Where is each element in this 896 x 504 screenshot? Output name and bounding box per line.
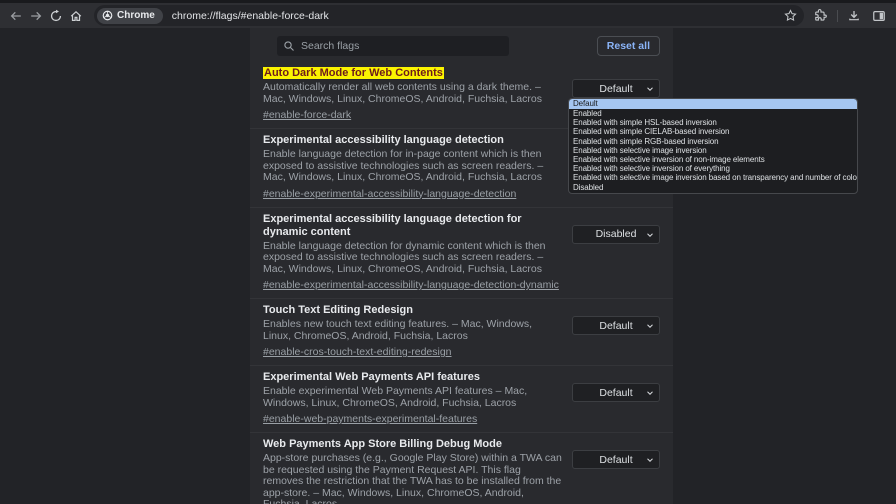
- flag-select-touch-text-editing[interactable]: Default: [572, 316, 660, 335]
- dropdown-option-hsl-inversion[interactable]: Enabled with simple HSL-based inversion: [569, 118, 857, 127]
- flag-permalink[interactable]: #enable-experimental-accessibility-langu…: [263, 280, 559, 291]
- dropdown-option-cielab-inversion[interactable]: Enabled with simple CIELAB-based inversi…: [569, 127, 857, 136]
- dropdown-option-selective-image-inversion[interactable]: Enabled with selective image inversion: [569, 146, 857, 155]
- flag-title: Auto Dark Mode for Web Contents: [263, 67, 562, 80]
- flag-permalink[interactable]: #enable-force-dark: [263, 110, 351, 121]
- chevron-down-icon: [645, 321, 655, 331]
- flag-row-accessibility-language-detection-dynamic: Experimental accessibility language dete…: [250, 208, 673, 300]
- flag-text: Web Payments App Store Billing Debug Mod…: [263, 438, 572, 504]
- chrome-logo-icon: [102, 10, 113, 21]
- flag-select-accessibility-dynamic[interactable]: Disabled: [572, 225, 660, 244]
- bookmark-button[interactable]: [781, 7, 799, 25]
- chevron-down-icon: [645, 455, 655, 465]
- flag-select-value: Default: [599, 387, 632, 399]
- dropdown-option-selective-non-image[interactable]: Enabled with selective inversion of non-…: [569, 155, 857, 164]
- side-panel-icon: [872, 9, 886, 23]
- flag-permalink[interactable]: #enable-cros-touch-text-editing-redesign: [263, 347, 452, 358]
- back-button[interactable]: [6, 6, 26, 26]
- flag-control: Default: [572, 371, 660, 427]
- toolbar-separator: [837, 10, 838, 22]
- flag-text: Touch Text Editing Redesign Enables new …: [263, 304, 572, 360]
- chrome-site-chip[interactable]: Chrome: [97, 8, 163, 24]
- flag-select-dropdown-popup: Default Enabled Enabled with simple HSL-…: [568, 98, 858, 194]
- reload-button[interactable]: [46, 6, 66, 26]
- flag-permalink[interactable]: #enable-experimental-accessibility-langu…: [263, 189, 516, 200]
- home-icon: [69, 9, 83, 23]
- flag-text: Experimental accessibility language dete…: [263, 213, 572, 294]
- star-icon: [784, 9, 797, 22]
- dropdown-option-disabled[interactable]: Disabled: [569, 183, 857, 192]
- chevron-down-icon: [645, 84, 655, 94]
- url-text: chrome://flags/#enable-force-dark: [172, 10, 781, 22]
- flag-row-store-billing-debug: Web Payments App Store Billing Debug Mod…: [250, 433, 673, 504]
- reset-all-button[interactable]: Reset all: [597, 36, 660, 56]
- dropdown-option-selective-everything[interactable]: Enabled with selective inversion of ever…: [569, 164, 857, 173]
- dropdown-option-enabled[interactable]: Enabled: [569, 109, 857, 118]
- flag-description: Enable experimental Web Payments API fea…: [263, 386, 562, 409]
- flag-description: Enable language detection for dynamic co…: [263, 241, 562, 276]
- chevron-down-icon: [645, 230, 655, 240]
- search-row: Reset all: [250, 28, 673, 62]
- flag-row-web-payments-api: Experimental Web Payments API features E…: [250, 366, 673, 433]
- home-button[interactable]: [66, 6, 86, 26]
- extensions-button[interactable]: [812, 7, 830, 25]
- flag-title: Experimental Web Payments API features: [263, 371, 562, 384]
- browser-toolbar: Chrome chrome://flags/#enable-force-dark: [0, 3, 896, 28]
- forward-button[interactable]: [26, 6, 46, 26]
- flag-select-value: Disabled: [596, 228, 637, 240]
- flag-row-touch-text-editing: Touch Text Editing Redesign Enables new …: [250, 299, 673, 366]
- flag-control: Default: [572, 304, 660, 360]
- downloads-button[interactable]: [845, 7, 863, 25]
- chevron-down-icon: [645, 388, 655, 398]
- flag-select-value: Default: [599, 454, 632, 466]
- flag-title: Experimental accessibility language dete…: [263, 213, 562, 239]
- flag-description: Enable language detection for in-page co…: [263, 149, 562, 184]
- back-arrow-icon: [9, 9, 23, 23]
- dropdown-option-rgb-inversion[interactable]: Enabled with simple RGB-based inversion: [569, 137, 857, 146]
- forward-arrow-icon: [29, 9, 43, 23]
- flag-description: App-store purchases (e.g., Google Play S…: [263, 453, 562, 504]
- flag-description: Enables new touch text editing features.…: [263, 319, 562, 342]
- flag-title: Experimental accessibility language dete…: [263, 134, 562, 147]
- flag-select-web-payments-api[interactable]: Default: [572, 383, 660, 402]
- flag-select-value: Default: [599, 83, 632, 95]
- flag-select-value: Default: [599, 320, 632, 332]
- side-panel-button[interactable]: [870, 7, 888, 25]
- dropdown-option-default[interactable]: Default: [569, 99, 857, 109]
- flag-text: Experimental Web Payments API features E…: [263, 371, 572, 427]
- flag-control: Disabled: [572, 213, 660, 294]
- search-flags-input[interactable]: [277, 36, 509, 56]
- reload-icon: [49, 9, 63, 23]
- search-icon: [283, 40, 295, 52]
- highlighted-flag-name: Auto Dark Mode for Web Contents: [263, 67, 444, 79]
- toolbar-actions: [812, 7, 888, 25]
- download-icon: [847, 9, 861, 23]
- search-box: [277, 36, 509, 56]
- extensions-puzzle-icon: [814, 9, 828, 23]
- flag-select-auto-dark-mode[interactable]: Default: [572, 79, 660, 98]
- flag-title: Web Payments App Store Billing Debug Mod…: [263, 438, 562, 451]
- chrome-badge-label: Chrome: [117, 10, 155, 21]
- address-bar[interactable]: Chrome chrome://flags/#enable-force-dark: [94, 5, 804, 26]
- dropdown-option-transparency-colors[interactable]: Enabled with selective image inversion b…: [569, 173, 857, 182]
- flag-permalink[interactable]: #enable-web-payments-experimental-featur…: [263, 414, 477, 425]
- flag-control: Default: [572, 438, 660, 504]
- flag-description: Automatically render all web contents us…: [263, 82, 562, 105]
- flag-title: Touch Text Editing Redesign: [263, 304, 562, 317]
- flag-text: Auto Dark Mode for Web Contents Automati…: [263, 67, 572, 123]
- page-content: Reset all Auto Dark Mode for Web Content…: [0, 28, 896, 504]
- flag-select-store-billing-debug[interactable]: Default: [572, 450, 660, 469]
- flag-text: Experimental accessibility language dete…: [263, 134, 572, 202]
